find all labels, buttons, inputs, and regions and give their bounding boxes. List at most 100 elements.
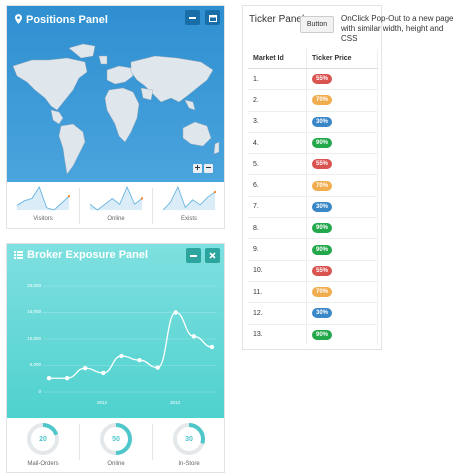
donut-in-store: 30 In-Store: [153, 418, 225, 473]
ticker-panel-title: Ticker Panel: [249, 14, 305, 25]
donut-value: 20: [39, 436, 47, 443]
sparkline-area: [90, 187, 142, 210]
x-tick-label: 2012: [97, 400, 108, 405]
ticker-price-cell: 70%: [306, 174, 378, 197]
plus-icon: [195, 165, 200, 170]
donut-value: 50: [112, 436, 120, 443]
table-row: 9. 90%: [248, 238, 378, 261]
table-row: 1. 55%: [248, 67, 378, 90]
table-row: 6. 70%: [248, 174, 378, 197]
positions-panel: Positions Panel Visitors Online Exists: [6, 5, 225, 229]
sparkline-point: [213, 190, 217, 194]
ticker-price-cell: 70%: [306, 89, 378, 112]
sparkline-row: Visitors Online Exists: [7, 182, 224, 228]
broker-line-chart: [43, 285, 217, 393]
market-id-cell: 13.: [248, 323, 307, 345]
price-badge: 70%: [312, 95, 333, 106]
sparkline-label: Exists: [180, 216, 197, 222]
donut-online: 50 Online: [80, 418, 152, 473]
sparkline-point: [67, 195, 71, 198]
table-row: 12. 30%: [248, 302, 378, 325]
market-id-cell: 11.: [248, 280, 307, 303]
price-badge: 55%: [312, 74, 333, 85]
price-badge: 30%: [312, 308, 333, 319]
price-badge: 55%: [312, 265, 333, 276]
table-row: 4. 90%: [248, 131, 378, 154]
table-row: 13. 90%: [248, 323, 378, 345]
broker-panel-header: Broker Exposure Panel 20,000 15,000 10,0…: [7, 244, 224, 418]
price-badge: 70%: [312, 180, 333, 191]
ticker-price-cell: 90%: [306, 238, 378, 261]
sparkline-label: Online: [107, 216, 125, 222]
data-point: [209, 344, 215, 350]
market-id-cell: 8.: [248, 217, 307, 239]
data-point: [46, 376, 52, 381]
ticker-price-cell: 30%: [306, 110, 378, 133]
x-tick-label: 2013: [170, 400, 181, 405]
market-id-cell: 9.: [248, 238, 307, 261]
donut-label: In-Store: [178, 461, 200, 467]
data-point: [101, 370, 106, 376]
data-point: [83, 365, 88, 371]
price-badge: 90%: [312, 223, 333, 234]
sparkline-chart: [89, 185, 144, 211]
ticker-price-cell: 55%: [306, 153, 378, 175]
ticker-price-cell: 90%: [306, 131, 378, 154]
ticker-price-cell: 70%: [306, 280, 378, 303]
table-row: 10. 55%: [248, 259, 378, 282]
zoom-in-button[interactable]: [193, 164, 202, 173]
market-id-cell: 6.: [248, 174, 307, 197]
sparkline-area: [163, 187, 215, 210]
ticker-price-cell: 90%: [306, 323, 378, 345]
ticker-table: Market Id Ticker Price 1. 55% 2. 70% 3. 30% 4.…: [248, 49, 378, 345]
donut-label: Online: [107, 461, 125, 467]
table-row: 8. 90%: [248, 217, 378, 239]
broker-exposure-panel: Broker Exposure Panel 20,000 15,000 10,0…: [6, 243, 225, 473]
market-id-cell: 12.: [248, 302, 307, 325]
market-id-cell: 7.: [248, 195, 307, 218]
column-header-ticker-price: Ticker Price: [306, 49, 378, 69]
data-point: [64, 376, 70, 381]
price-badge: 55%: [312, 159, 333, 170]
table-row: 3. 30%: [248, 110, 378, 133]
price-badge: 70%: [312, 287, 333, 298]
column-header-market-id: Market Id: [248, 49, 307, 69]
ticker-price-cell: 30%: [306, 195, 378, 218]
table-row: 2. 70%: [248, 89, 378, 112]
table-row: 5. 55%: [248, 153, 378, 175]
data-point: [191, 334, 197, 339]
donut-value: 30: [185, 436, 193, 443]
ticker-price-cell: 30%: [306, 302, 378, 325]
table-row: 11. 70%: [248, 280, 378, 303]
donut-mail-orders: 20 Mail-Orders: [7, 418, 79, 473]
series-line: [49, 311, 213, 379]
market-id-cell: 1.: [248, 67, 307, 90]
market-id-cell: 10.: [248, 259, 307, 282]
market-id-cell: 2.: [248, 89, 307, 112]
market-id-cell: 3.: [248, 110, 307, 133]
data-point: [137, 358, 142, 363]
world-map: [12, 43, 220, 175]
ticker-price-cell: 55%: [306, 67, 378, 90]
popout-note: OnClick Pop-Out to a new page with simil…: [341, 14, 454, 43]
price-badge: 30%: [312, 201, 333, 212]
sparkline-label: Visitors: [33, 216, 53, 222]
donut-label: Mail-Orders: [27, 461, 59, 467]
positions-panel-header: Positions Panel: [7, 6, 224, 182]
price-badge: 30%: [312, 116, 333, 127]
sparkline-chart: [162, 185, 217, 211]
price-badge: 90%: [312, 244, 333, 255]
table-header-row: Market Id Ticker Price: [248, 49, 378, 69]
ticker-price-cell: 55%: [306, 259, 378, 282]
zoom-out-button[interactable]: [204, 164, 213, 173]
data-point: [119, 353, 124, 359]
data-point: [173, 310, 178, 315]
sparkline-point: [140, 197, 144, 200]
sparkline-chart: [16, 186, 71, 211]
sparkline-visitors: Visitors: [7, 182, 79, 228]
market-id-cell: 5.: [248, 153, 307, 175]
ticker-panel: Ticker Panel Button Market Id Ticker Pri…: [242, 5, 382, 350]
popout-button[interactable]: Button: [300, 16, 334, 33]
data-point: [155, 365, 160, 370]
ticker-price-cell: 90%: [306, 217, 378, 239]
